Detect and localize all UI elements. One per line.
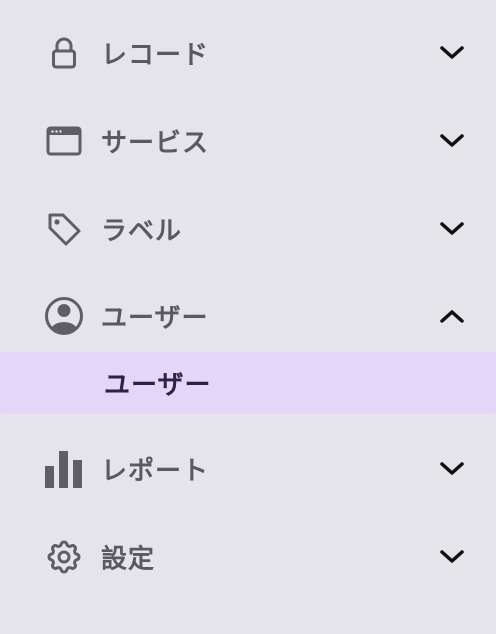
tag-icon — [42, 207, 86, 251]
chevron-down-icon[interactable] — [437, 38, 467, 68]
sidebar-nav: レコード サービス ラベル ユーザー ユーザー レポート 設定 — [0, 0, 496, 634]
nav-item-label: ラベル — [101, 216, 183, 247]
nav-subitem-users[interactable]: ユーザー — [0, 352, 496, 414]
nav-item-label: ユーザー — [101, 303, 209, 334]
nav-item-services[interactable]: サービス — [0, 111, 496, 171]
nav-item-label: レコード — [101, 40, 210, 71]
nav-item-label: レポート — [101, 456, 210, 487]
chevron-down-icon[interactable] — [437, 454, 467, 484]
chevron-up-icon[interactable] — [437, 301, 467, 331]
user-circle-icon — [42, 294, 86, 338]
chevron-down-icon[interactable] — [437, 542, 467, 572]
lock-icon — [42, 31, 86, 75]
browser-window-icon — [42, 119, 86, 163]
nav-item-users[interactable]: ユーザー — [0, 286, 496, 346]
nav-item-records[interactable]: レコード — [0, 23, 496, 83]
nav-item-label: 設定 — [101, 544, 156, 575]
chevron-down-icon[interactable] — [437, 126, 467, 156]
nav-item-settings[interactable]: 設定 — [0, 527, 496, 587]
chevron-down-icon[interactable] — [437, 214, 467, 244]
nav-item-label: サービス — [101, 128, 210, 159]
nav-item-reports[interactable]: レポート — [0, 439, 496, 499]
gear-icon — [42, 535, 86, 579]
bar-chart-icon — [42, 447, 86, 491]
nav-item-labels[interactable]: ラベル — [0, 199, 496, 259]
nav-subitem-label: ユーザー — [104, 370, 212, 401]
